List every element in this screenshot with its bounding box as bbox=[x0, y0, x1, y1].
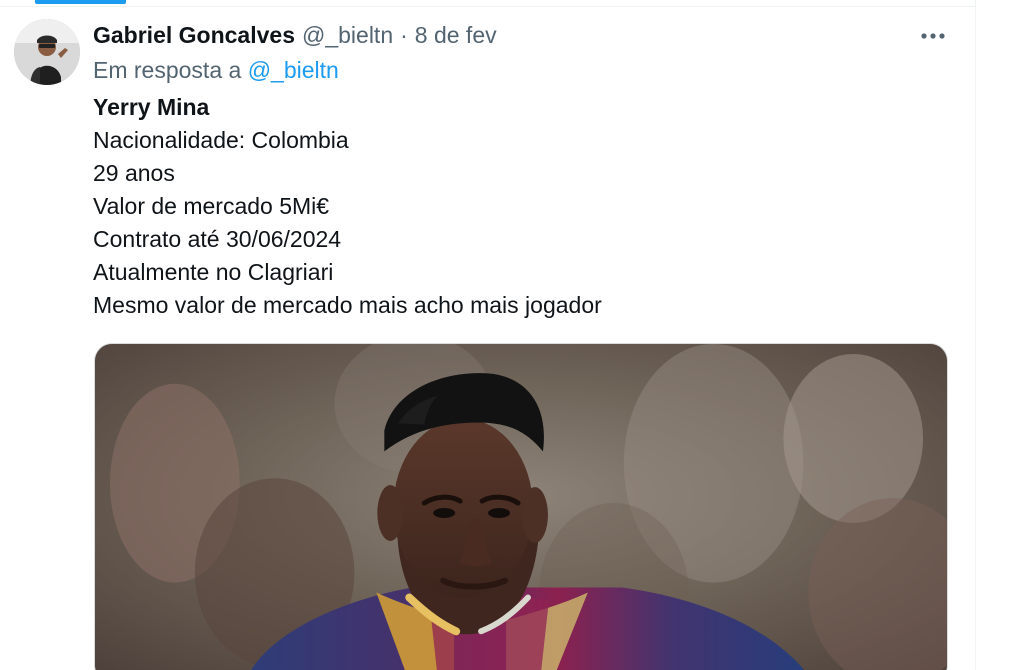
column-divider bbox=[975, 0, 976, 670]
tweet-text: Yerry Mina Nacionalidade: Colombia 29 an… bbox=[93, 91, 953, 322]
tweet-line-comment: Mesmo valor de mercado mais acho mais jo… bbox=[93, 292, 602, 318]
tweet-page: Gabriel Goncalves @_bieltn · 8 de fev Em… bbox=[0, 0, 1014, 670]
tweet-line-player-name: Yerry Mina bbox=[93, 94, 210, 120]
tweet-media-image[interactable] bbox=[94, 343, 948, 670]
divider bbox=[0, 6, 975, 7]
separator-dot: · bbox=[400, 21, 408, 48]
tweet-date[interactable]: 8 de fev bbox=[415, 22, 497, 49]
tweet-line-age: 29 anos bbox=[93, 160, 175, 186]
tweet-header: Gabriel Goncalves @_bieltn · 8 de fev bbox=[93, 20, 497, 50]
reply-context: Em resposta a @_bieltn bbox=[93, 57, 339, 84]
football-player-photo bbox=[95, 344, 947, 670]
reply-prefix: Em resposta a bbox=[93, 57, 242, 83]
avatar-image-icon bbox=[14, 19, 80, 85]
avatar[interactable] bbox=[14, 19, 80, 85]
tweet-line-current-club: Atualmente no Clagriari bbox=[93, 259, 334, 285]
more-options-button[interactable] bbox=[916, 20, 950, 52]
author-handle[interactable]: @_bieltn bbox=[302, 22, 393, 49]
reply-handle-link[interactable]: @_bieltn bbox=[248, 57, 339, 83]
active-tab-indicator bbox=[35, 0, 126, 4]
more-horizontal-icon bbox=[921, 33, 945, 39]
tweet-line-contract: Contrato até 30/06/2024 bbox=[93, 226, 342, 252]
tweet-line-nationality: Nacionalidade: Colombia bbox=[93, 127, 349, 153]
tweet-line-market-value: Valor de mercado 5Mi€ bbox=[93, 193, 330, 219]
author-name[interactable]: Gabriel Goncalves bbox=[93, 22, 295, 49]
